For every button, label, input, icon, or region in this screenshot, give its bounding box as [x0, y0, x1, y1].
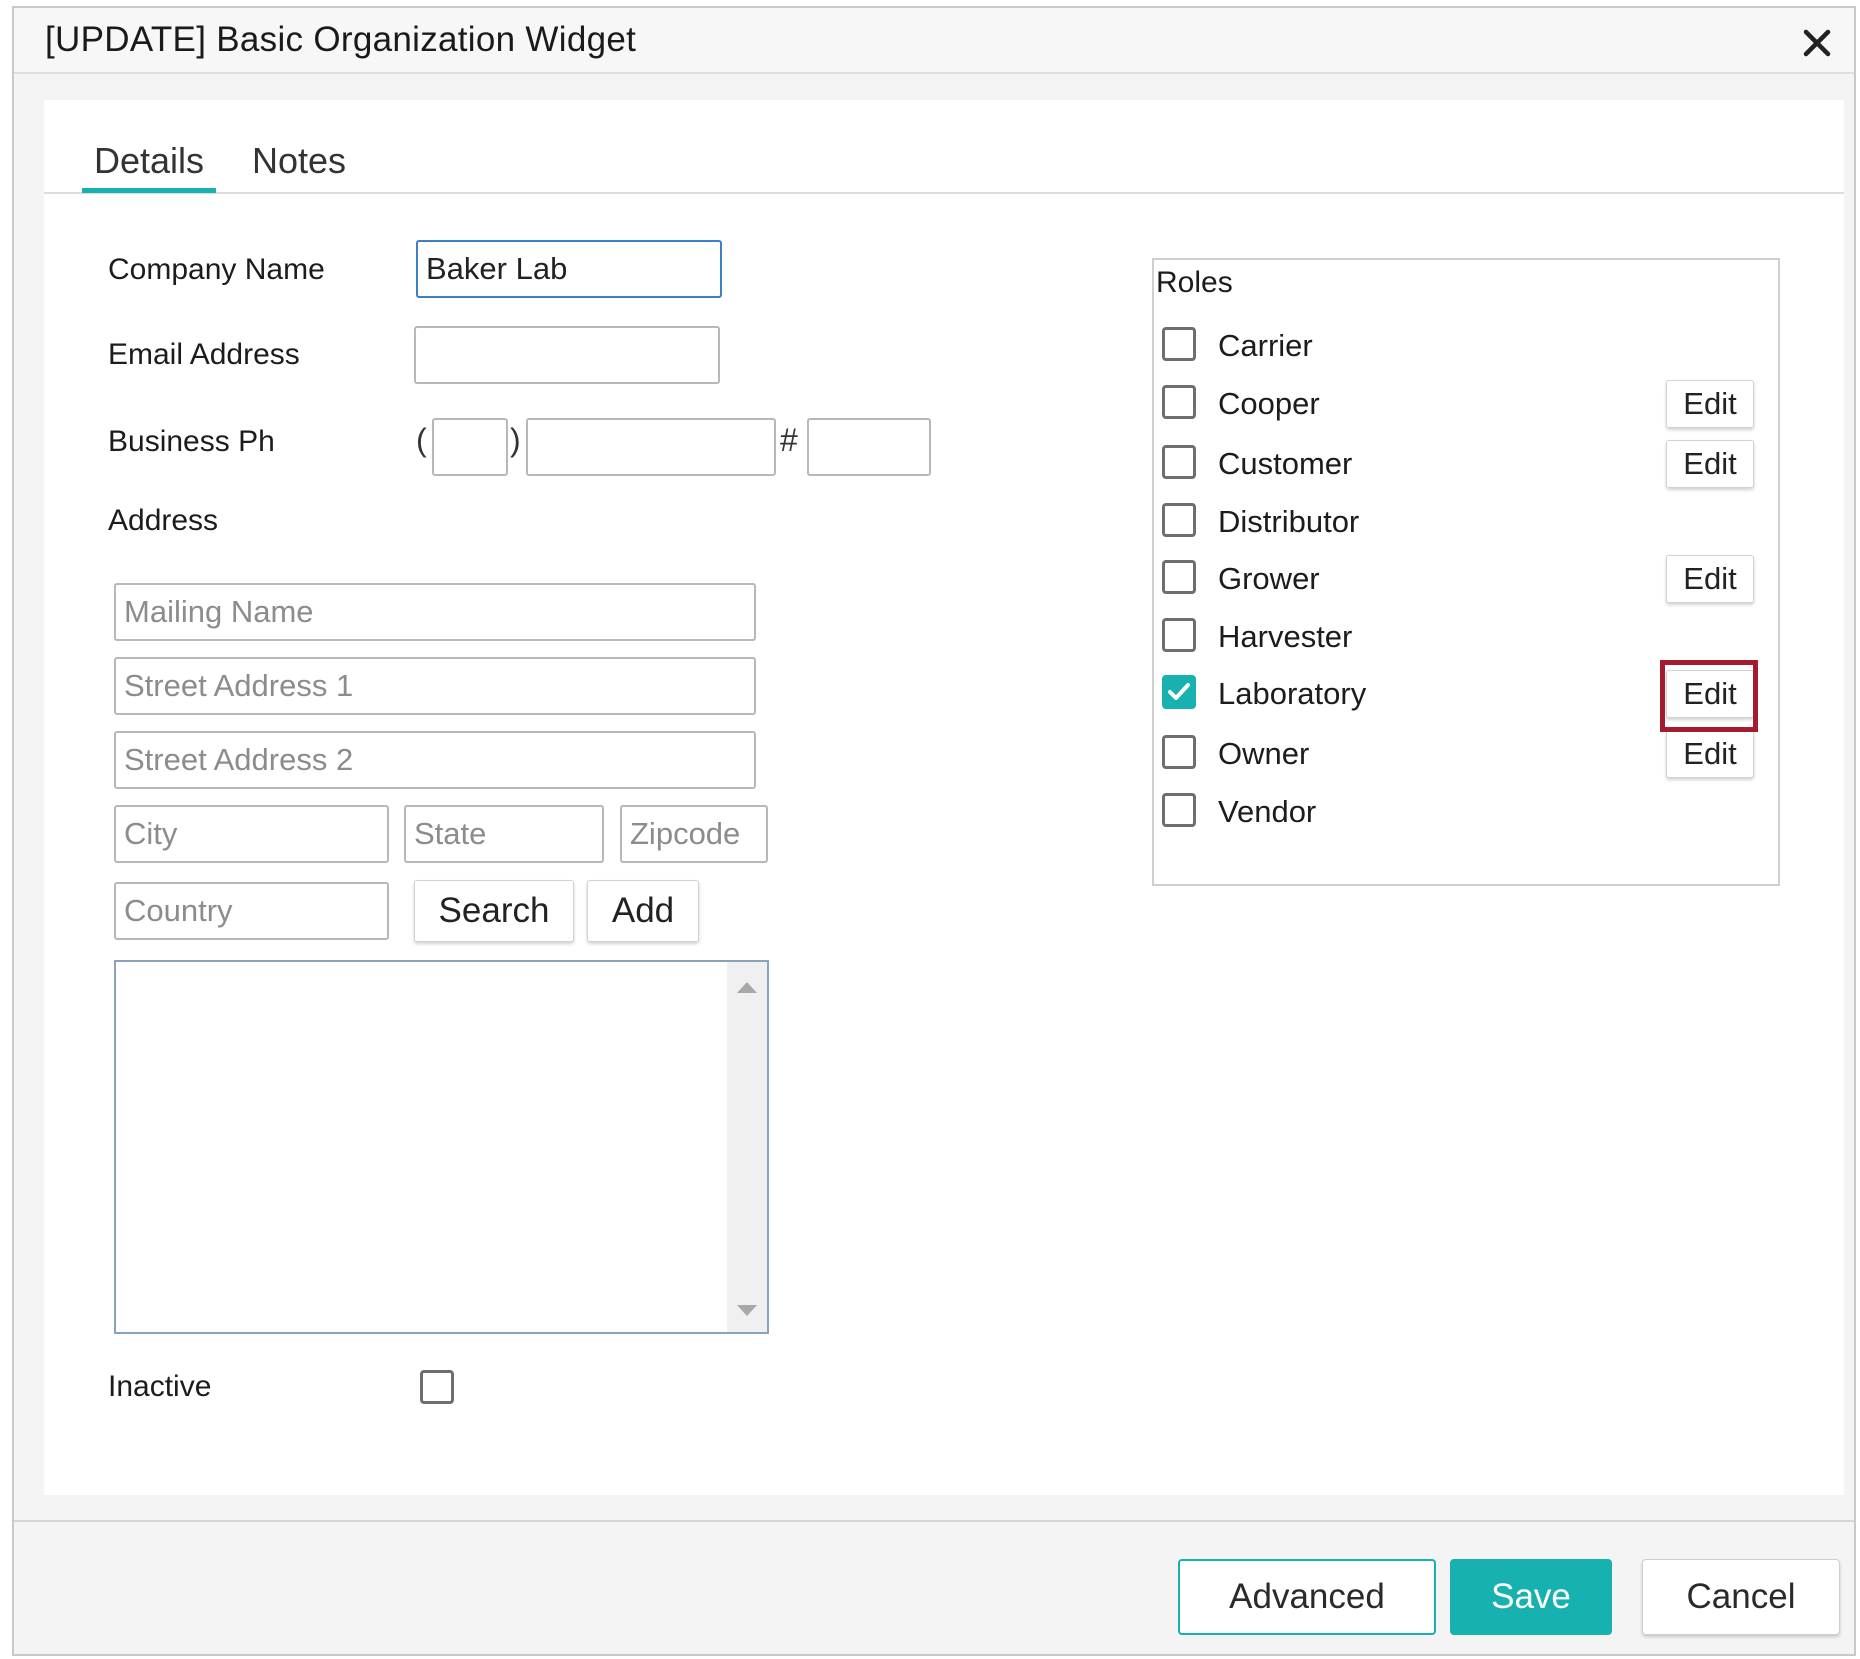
role-row-owner: Owner Edit: [1154, 730, 1778, 780]
checkmark-icon: [1168, 683, 1190, 700]
role-checkbox-grower[interactable]: [1162, 560, 1196, 594]
company-name-label: Company Name: [108, 253, 325, 286]
address-label: Address: [108, 504, 219, 537]
dialog-title: [UPDATE] Basic Organization Widget: [45, 20, 637, 59]
role-label-harvester: Harvester: [1218, 619, 1353, 654]
role-row-distributor: Distributor: [1154, 498, 1778, 548]
address-search-button[interactable]: Search: [414, 880, 574, 942]
street-address-1-input[interactable]: [114, 657, 756, 715]
advanced-button[interactable]: Advanced: [1178, 1559, 1436, 1635]
phone-number-input[interactable]: [526, 418, 776, 476]
role-row-carrier: Carrier: [1154, 322, 1778, 372]
state-input[interactable]: [404, 805, 604, 863]
tab-details[interactable]: Details: [82, 140, 217, 193]
dialog-titlebar: [UPDATE] Basic Organization Widget: [14, 8, 1854, 74]
role-row-customer: Customer Edit: [1154, 440, 1778, 490]
scroll-up-icon[interactable]: [737, 982, 757, 993]
save-button[interactable]: Save: [1450, 1559, 1612, 1635]
inactive-label: Inactive: [108, 1370, 212, 1403]
address-results-list[interactable]: [114, 960, 769, 1334]
scroll-down-icon[interactable]: [737, 1305, 757, 1316]
edit-cooper-button[interactable]: Edit: [1666, 380, 1754, 428]
role-row-laboratory: Laboratory Edit: [1154, 670, 1778, 720]
dialog-content: Details Notes Company Name Email Address…: [44, 100, 1844, 1495]
cancel-button[interactable]: Cancel: [1642, 1559, 1840, 1635]
phone-close-paren: ): [510, 422, 521, 458]
country-input[interactable]: [114, 882, 389, 940]
roles-title: Roles: [1156, 266, 1233, 299]
dialog-footer: Advanced Save Cancel: [14, 1520, 1854, 1654]
tab-notes[interactable]: Notes: [240, 140, 358, 188]
role-label-owner: Owner: [1218, 736, 1310, 771]
role-label-vendor: Vendor: [1218, 794, 1317, 829]
role-checkbox-distributor[interactable]: [1162, 503, 1196, 537]
roles-panel: Roles Carrier Cooper Edit Customer Edit …: [1152, 258, 1780, 886]
city-input[interactable]: [114, 805, 389, 863]
role-checkbox-cooper[interactable]: [1162, 385, 1196, 419]
edit-owner-button[interactable]: Edit: [1666, 730, 1754, 778]
role-row-harvester: Harvester: [1154, 613, 1778, 663]
zipcode-input[interactable]: [620, 805, 768, 863]
business-phone-label: Business Ph: [108, 425, 275, 458]
address-add-button[interactable]: Add: [587, 880, 699, 942]
edit-customer-button[interactable]: Edit: [1666, 440, 1754, 488]
role-row-grower: Grower Edit: [1154, 555, 1778, 605]
role-label-customer: Customer: [1218, 446, 1353, 481]
phone-area-code-input[interactable]: [432, 418, 508, 476]
close-icon[interactable]: [1800, 26, 1834, 60]
phone-hash-symbol: #: [780, 422, 798, 458]
tab-bar: Details Notes: [44, 100, 1844, 194]
organization-dialog: [UPDATE] Basic Organization Widget Detai…: [12, 6, 1856, 1656]
role-label-carrier: Carrier: [1218, 328, 1313, 363]
mailing-name-input[interactable]: [114, 583, 756, 641]
role-label-distributor: Distributor: [1218, 504, 1360, 539]
role-checkbox-laboratory[interactable]: [1162, 675, 1196, 709]
edit-laboratory-button[interactable]: Edit: [1666, 670, 1754, 718]
company-name-input[interactable]: [416, 240, 722, 298]
role-label-cooper: Cooper: [1218, 386, 1320, 421]
email-address-input[interactable]: [414, 326, 720, 384]
role-checkbox-carrier[interactable]: [1162, 327, 1196, 361]
inactive-checkbox[interactable]: [420, 1370, 454, 1404]
role-row-vendor: Vendor: [1154, 788, 1778, 838]
edit-grower-button[interactable]: Edit: [1666, 555, 1754, 603]
role-row-cooper: Cooper Edit: [1154, 380, 1778, 430]
role-checkbox-customer[interactable]: [1162, 445, 1196, 479]
address-list-scrollbar[interactable]: [727, 962, 767, 1332]
role-label-grower: Grower: [1218, 561, 1320, 596]
phone-open-paren: (: [416, 422, 427, 458]
role-label-laboratory: Laboratory: [1218, 676, 1367, 711]
role-checkbox-owner[interactable]: [1162, 735, 1196, 769]
street-address-2-input[interactable]: [114, 731, 756, 789]
role-checkbox-vendor[interactable]: [1162, 793, 1196, 827]
phone-extension-input[interactable]: [807, 418, 931, 476]
role-checkbox-harvester[interactable]: [1162, 618, 1196, 652]
email-address-label: Email Address: [108, 338, 300, 371]
